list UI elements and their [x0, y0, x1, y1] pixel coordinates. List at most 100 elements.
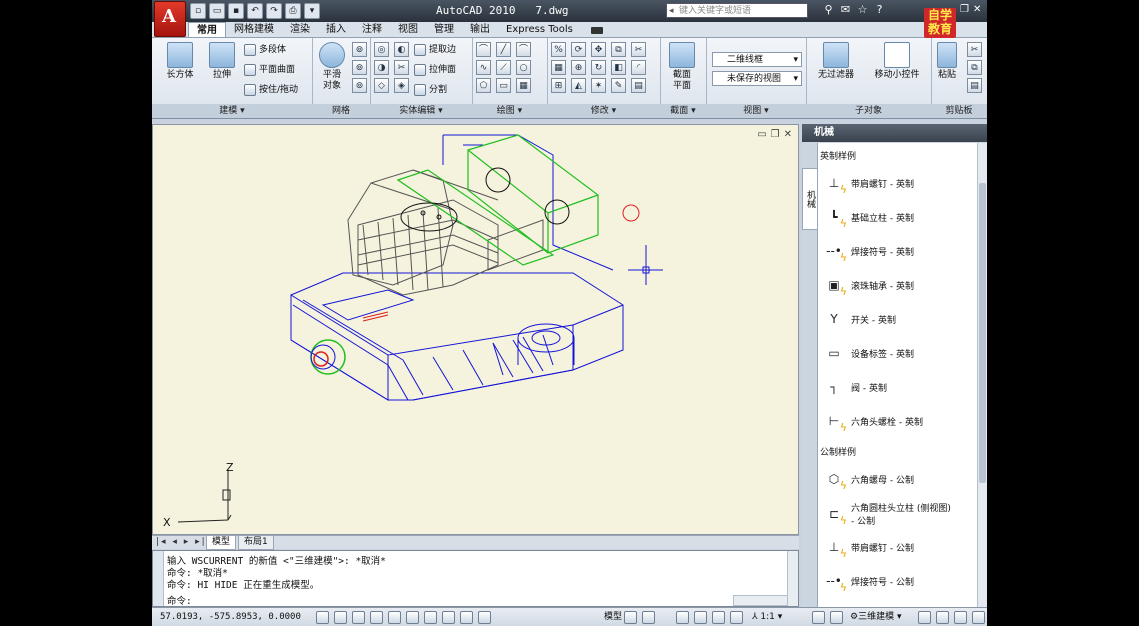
- panel-title-mesh[interactable]: 网格: [312, 104, 370, 118]
- array-icon[interactable]: ▦: [551, 60, 566, 75]
- palette-scroll-thumb[interactable]: [979, 183, 986, 483]
- layout-nav-arrows[interactable]: |◂ ◂ ▸ ▸|: [156, 536, 207, 549]
- arc-icon[interactable]: ⌒: [516, 42, 531, 57]
- clean-screen-icon[interactable]: [972, 611, 985, 624]
- drawing-viewport[interactable]: ▭ ❐ ✕ Z X: [152, 124, 799, 535]
- rectangle-icon[interactable]: ▭: [496, 78, 511, 93]
- hardware-acceleration-icon[interactable]: [936, 611, 949, 624]
- 3d-object-snap-icon[interactable]: [424, 611, 437, 624]
- undo-icon[interactable]: ↶: [247, 3, 263, 19]
- intersect-icon[interactable]: ◑: [374, 60, 389, 75]
- zoom-icon[interactable]: [694, 611, 707, 624]
- command-scrollbar[interactable]: [787, 551, 798, 606]
- align-icon[interactable]: ⊕: [571, 60, 586, 75]
- panel-title-clipboard[interactable]: 剪贴板: [931, 104, 987, 118]
- separate-button[interactable]: 分割: [414, 84, 447, 96]
- open-icon[interactable]: ▭: [209, 3, 225, 19]
- named-view-dropdown[interactable]: 未保存的视图: [712, 71, 802, 87]
- fillet-icon[interactable]: ◜: [631, 60, 646, 75]
- palette-item[interactable]: ▭ 设备标签 - 英制: [823, 339, 975, 367]
- tab-manage[interactable]: 管理: [426, 22, 462, 37]
- panel-title-modify[interactable]: 修改 ▾: [547, 104, 660, 118]
- palette-item[interactable]: Y 开关 - 英制: [823, 305, 975, 333]
- isolate-objects-icon[interactable]: [954, 611, 967, 624]
- copy-icon[interactable]: ⧉: [611, 42, 626, 57]
- paste-button[interactable]: 粘贴: [931, 42, 963, 81]
- quick-view-layouts-icon[interactable]: [624, 611, 637, 624]
- palette-item[interactable]: ▣ ϟ 滚珠轴承 - 英制: [823, 271, 975, 299]
- tab-view[interactable]: 视图: [390, 22, 426, 37]
- snap-mode-icon[interactable]: [334, 611, 347, 624]
- new-icon[interactable]: ▫: [190, 3, 206, 19]
- model-space-toggle[interactable]: 模型: [604, 608, 622, 626]
- save-icon[interactable]: ▪: [228, 3, 244, 19]
- polysolid-button[interactable]: 多段体: [244, 44, 286, 56]
- command-window[interactable]: 输入 WSCURRENT 的新值 <"三维建模">: *取消* 命令: *取消*…: [152, 550, 799, 607]
- application-menu-button[interactable]: A: [154, 1, 186, 37]
- slice-icon[interactable]: ◈: [394, 78, 409, 93]
- tab-annotate[interactable]: 注释: [354, 22, 390, 37]
- imprint-icon[interactable]: ✂: [394, 60, 409, 75]
- infer-constraints-icon[interactable]: [316, 611, 329, 624]
- extrude-faces-button[interactable]: 拉伸面: [414, 64, 456, 76]
- move-icon[interactable]: ✥: [591, 42, 606, 57]
- binoculars-icon[interactable]: ⚲: [822, 3, 835, 17]
- tab-home[interactable]: 常用: [188, 22, 226, 37]
- close-icon[interactable]: ✕: [973, 4, 981, 15]
- tab-express-tools[interactable]: Express Tools: [498, 22, 581, 37]
- union-icon[interactable]: ◎: [374, 42, 389, 57]
- palette-title[interactable]: 机械: [802, 124, 987, 142]
- otrack-icon[interactable]: [442, 611, 455, 624]
- spline-icon[interactable]: ∿: [476, 60, 491, 75]
- polar-tracking-icon[interactable]: [388, 611, 401, 624]
- tab-layout1[interactable]: 布局1: [238, 536, 274, 550]
- palette-item[interactable]: ‐‐• ϟ 焊接符号 - 公制: [823, 567, 975, 595]
- redo-icon[interactable]: ↷: [266, 3, 282, 19]
- tab-output[interactable]: 输出: [462, 22, 498, 37]
- hatch-icon[interactable]: ▦: [516, 78, 531, 93]
- extrude-button[interactable]: 拉伸: [202, 42, 242, 81]
- polygon-icon[interactable]: ⬠: [476, 78, 491, 93]
- palette-item[interactable]: ‐‐• ϟ 焊接符号 - 英制: [823, 237, 975, 265]
- ortho-mode-icon[interactable]: [370, 611, 383, 624]
- search-input[interactable]: 键入关键字或短语: [666, 3, 808, 19]
- scale-icon[interactable]: %: [551, 42, 566, 57]
- offset-icon[interactable]: ⊞: [551, 78, 566, 93]
- quick-view-drawings-icon[interactable]: [642, 611, 655, 624]
- ray-icon[interactable]: ⟋: [496, 60, 511, 75]
- explode-icon[interactable]: ✶: [591, 78, 606, 93]
- rotate-icon[interactable]: ↻: [591, 60, 606, 75]
- palette-item[interactable]: ⊥ ϟ 带肩螺钉 - 英制: [823, 169, 975, 197]
- stretch-icon[interactable]: ◭: [571, 78, 586, 93]
- match-properties-icon[interactable]: ▤: [967, 78, 982, 93]
- panel-title-view[interactable]: 视图 ▾: [706, 104, 806, 118]
- restore-icon[interactable]: ❐: [960, 4, 969, 15]
- trim-icon[interactable]: ✂: [631, 42, 646, 57]
- planar-surface-button[interactable]: 平面曲面: [244, 64, 295, 76]
- polyline-icon[interactable]: ⌒: [476, 42, 491, 57]
- dynamic-ucs-icon[interactable]: [460, 611, 473, 624]
- panel-title-section[interactable]: 截面 ▾: [660, 104, 706, 118]
- pan-icon[interactable]: [676, 611, 689, 624]
- palette-item[interactable]: ⊢ ϟ 六角头螺栓 - 英制: [823, 407, 975, 435]
- mesh-tool-icon[interactable]: ⊚: [352, 78, 367, 93]
- copy-clip-icon[interactable]: ⧉: [967, 60, 982, 75]
- shell-icon[interactable]: ◇: [374, 78, 389, 93]
- palette-item[interactable]: ⊏ ϟ 六角圆柱头立柱 (侧视图) - 公制: [823, 499, 975, 529]
- workspace-switch[interactable]: ⚙三维建模 ▾: [850, 608, 901, 626]
- mesh-tool-icon[interactable]: ⊚: [352, 42, 367, 57]
- panel-title-solid-editing[interactable]: 实体编辑 ▾: [370, 104, 472, 118]
- mesh-tool-icon[interactable]: ⊚: [352, 60, 367, 75]
- smooth-object-button[interactable]: 平滑 对象: [314, 42, 350, 92]
- tab-render[interactable]: 渲染: [282, 22, 318, 37]
- object-snap-icon[interactable]: [406, 611, 419, 624]
- dynamic-input-icon[interactable]: [478, 611, 491, 624]
- annotation-visibility-icon[interactable]: [812, 611, 825, 624]
- panel-title-modeling[interactable]: 建模 ▾: [152, 104, 312, 118]
- panel-title-subobject[interactable]: 子对象: [806, 104, 931, 118]
- mirror-icon[interactable]: ◧: [611, 60, 626, 75]
- auto-scale-icon[interactable]: [830, 611, 843, 624]
- erase-icon[interactable]: ✎: [611, 78, 626, 93]
- rotate3d-icon[interactable]: ⟳: [571, 42, 586, 57]
- palette-tab-mechanical[interactable]: 机械: [802, 168, 818, 230]
